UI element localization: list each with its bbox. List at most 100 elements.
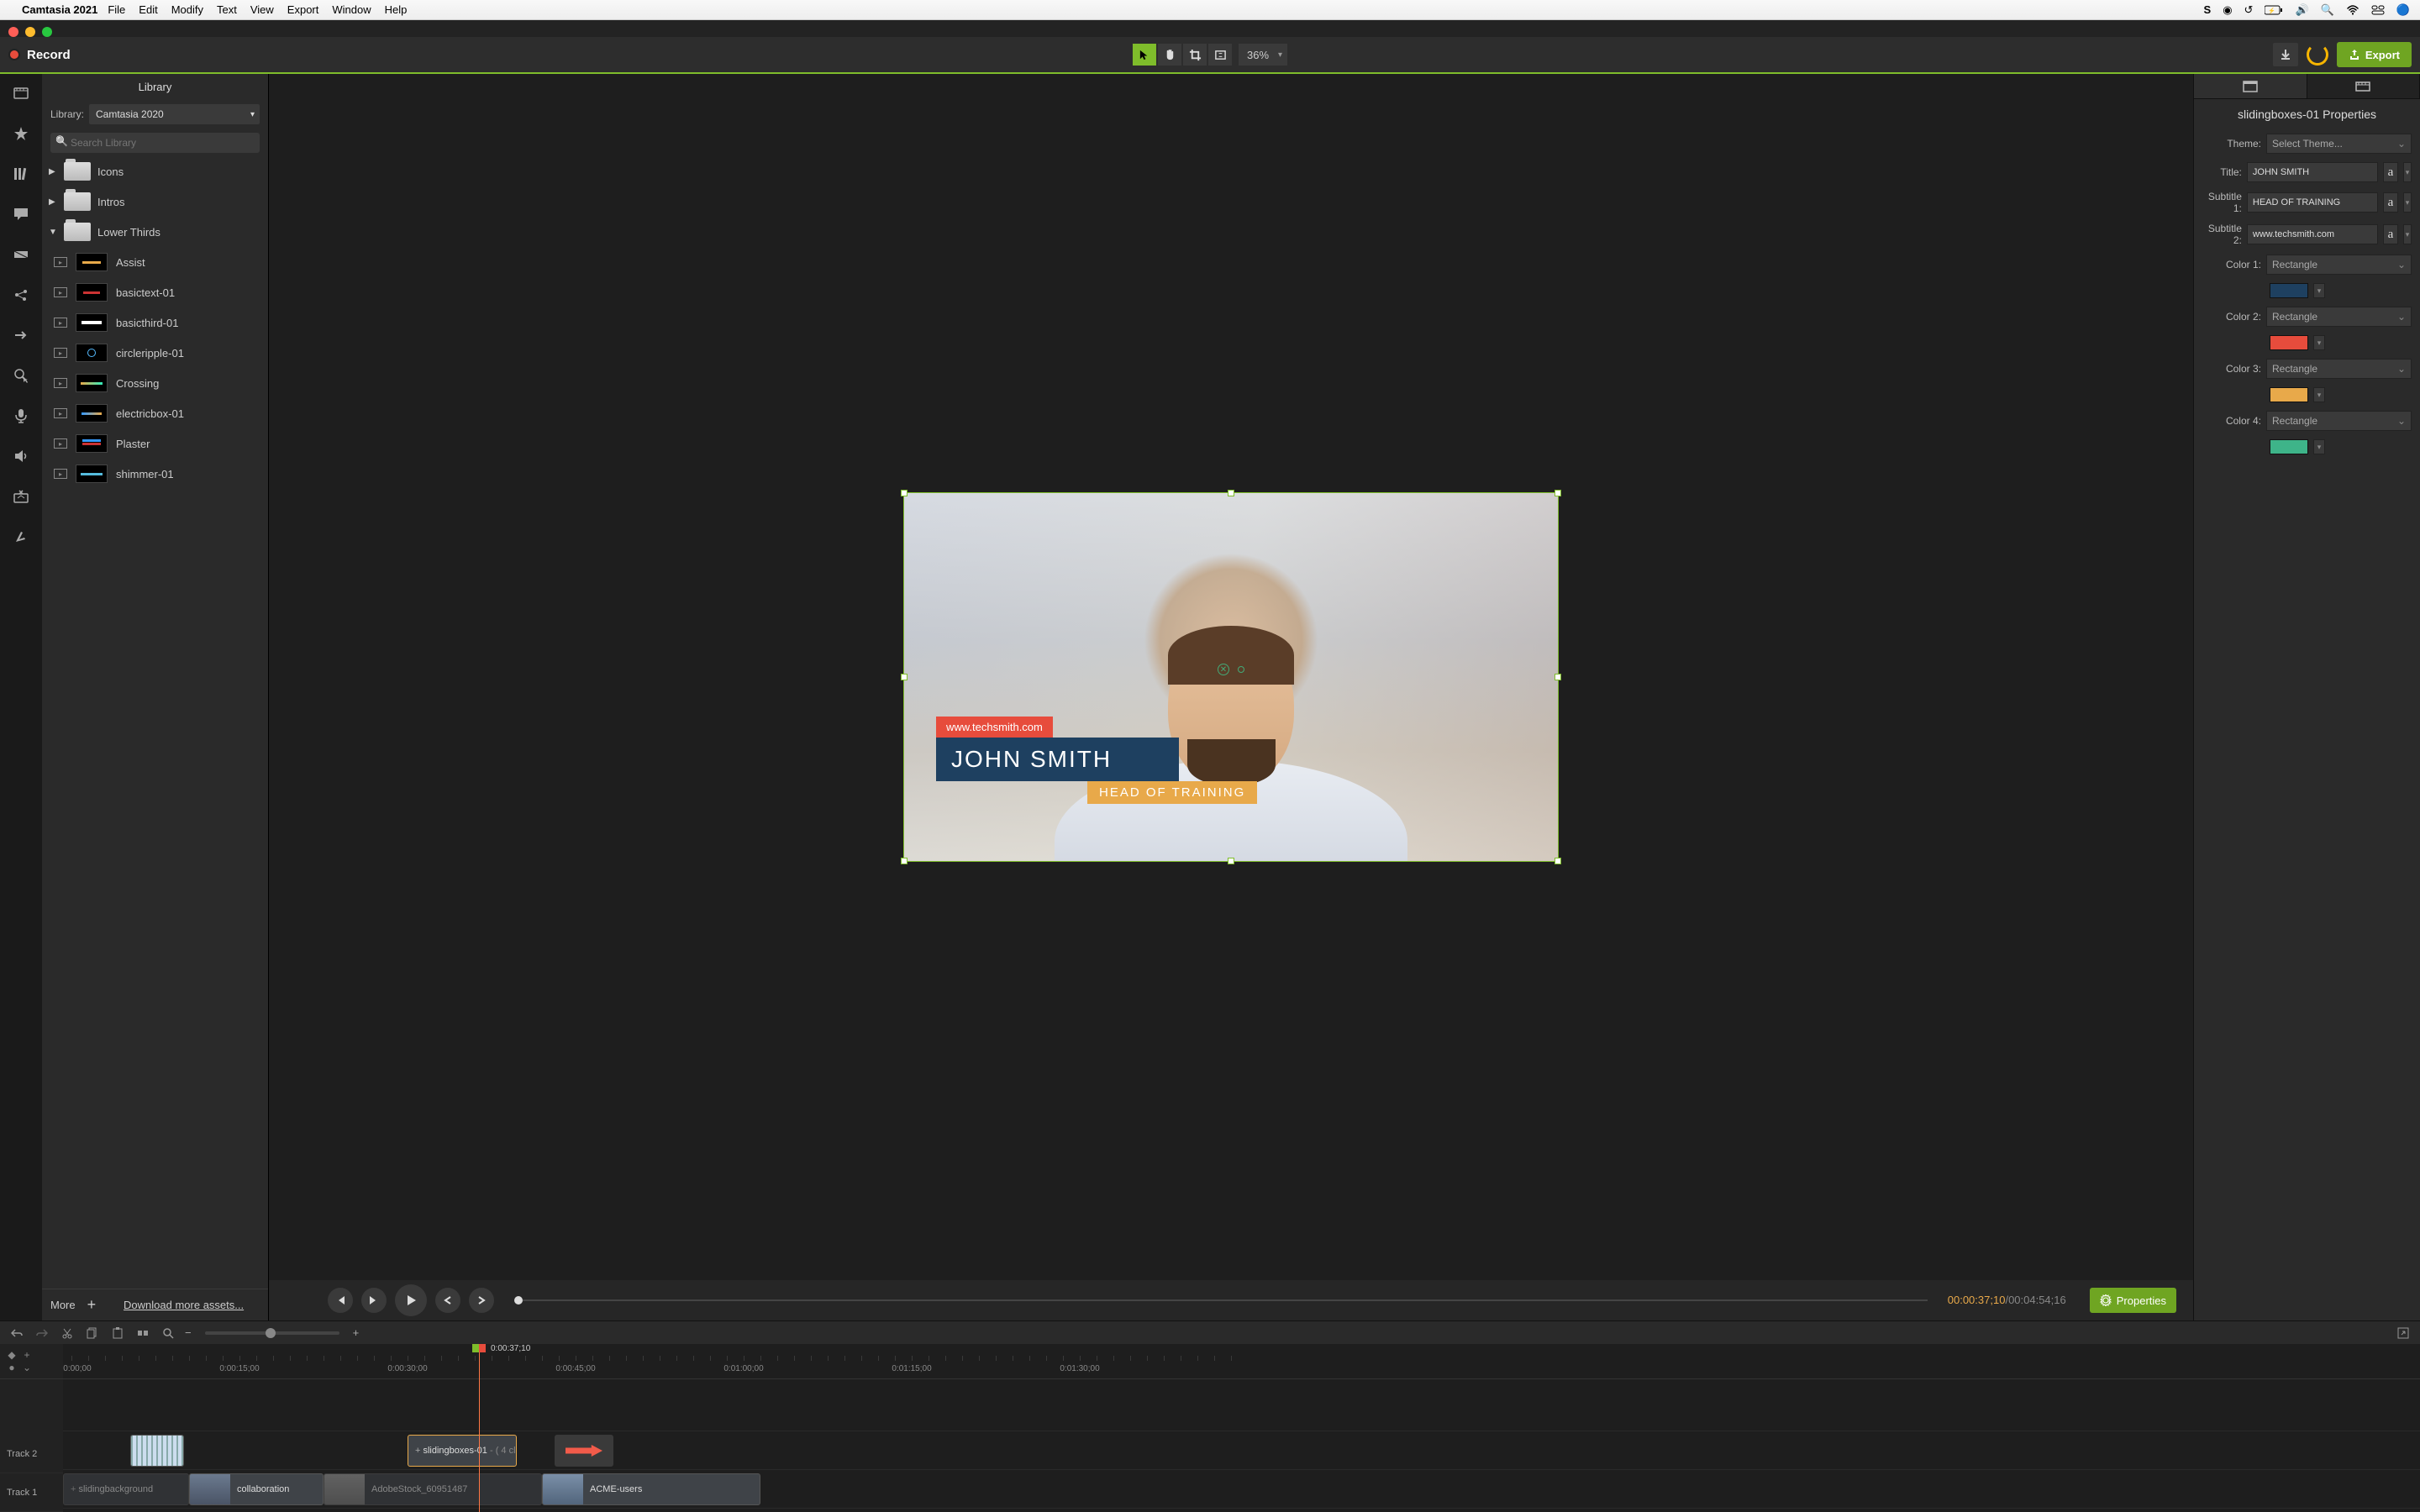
properties-button[interactable]: Properties	[2090, 1288, 2176, 1313]
split-button[interactable]	[134, 1325, 151, 1341]
folder-intros[interactable]: ▶Intros	[42, 186, 268, 217]
props-tab-visual[interactable]	[2194, 74, 2307, 98]
voice-icon[interactable]	[8, 403, 34, 428]
library-item[interactable]: ▸electricbox-01	[42, 398, 268, 428]
typo-dropdown[interactable]: ▾	[2403, 224, 2412, 244]
add-button[interactable]: +	[87, 1296, 97, 1314]
zoom-button[interactable]	[160, 1325, 176, 1341]
more-button[interactable]: More	[50, 1299, 76, 1311]
clip-slidingbackground[interactable]: slidingbackground	[63, 1473, 189, 1505]
record-button[interactable]: Record	[8, 48, 71, 62]
track-label[interactable]: Track 2	[0, 1435, 63, 1473]
resize-handle[interactable]	[1555, 858, 1561, 864]
menu-file[interactable]: File	[108, 3, 125, 16]
timeline-tracks[interactable]: 0:00:00;000:00:15;000:00:30;000:00:45;00…	[63, 1344, 2420, 1512]
interactivity-icon[interactable]	[8, 524, 34, 549]
color4-swatch[interactable]	[2270, 439, 2308, 454]
next-clip-button[interactable]	[469, 1288, 494, 1313]
track-1[interactable]: slidingbackground collaboration AdobeSto…	[63, 1470, 2420, 1509]
theme-select[interactable]: Select Theme...	[2266, 134, 2412, 154]
status-play-icon[interactable]: ◉	[2223, 3, 2232, 17]
clip-adobestock[interactable]: AdobeStock_60951487	[324, 1473, 542, 1505]
undo-button[interactable]	[8, 1325, 25, 1341]
library-item[interactable]: ▸Crossing	[42, 368, 268, 398]
typo-dropdown[interactable]: ▾	[2403, 162, 2412, 182]
behaviors-icon[interactable]	[8, 282, 34, 307]
playhead[interactable]: 0:00:37;10	[479, 1344, 480, 1512]
color3-shape[interactable]: Rectangle	[2266, 359, 2412, 379]
color2-swatch[interactable]	[2270, 335, 2308, 350]
download-button[interactable]	[2273, 43, 2298, 66]
download-assets-link[interactable]: Download more assets...	[124, 1299, 244, 1311]
library-item[interactable]: ▸shimmer-01	[42, 459, 268, 489]
select-tool[interactable]	[1133, 44, 1156, 66]
pan-tool[interactable]	[1158, 44, 1181, 66]
library-item[interactable]: ▸Plaster	[42, 428, 268, 459]
crop-tool[interactable]	[1183, 44, 1207, 66]
library-item[interactable]: ▸basictext-01	[42, 277, 268, 307]
cut-button[interactable]	[59, 1325, 76, 1341]
transitions-icon[interactable]	[8, 242, 34, 267]
zoom-out[interactable]: −	[185, 1326, 192, 1339]
color4-shape[interactable]: Rectangle	[2266, 411, 2412, 431]
status-s-icon[interactable]: S	[2204, 3, 2212, 16]
resize-handle[interactable]	[1555, 490, 1561, 496]
props-tab-video[interactable]	[2307, 74, 2420, 98]
add-track-icon[interactable]: +	[22, 1350, 32, 1360]
menu-edit[interactable]: Edit	[139, 3, 157, 16]
minimize-window[interactable]	[25, 27, 35, 37]
library-icon[interactable]	[8, 161, 34, 186]
export-button[interactable]: Export	[2337, 42, 2412, 67]
status-control-icon[interactable]	[2371, 5, 2385, 15]
color3-swatch[interactable]	[2270, 387, 2308, 402]
search-input[interactable]	[50, 133, 260, 153]
play-button[interactable]	[395, 1284, 427, 1316]
color-dropdown[interactable]: ▾	[2313, 387, 2325, 402]
library-tree[interactable]: ▶Icons ▶Intros ▼Lower Thirds ▸Assist ▸ba…	[42, 156, 268, 1289]
resize-handle[interactable]	[901, 858, 908, 864]
folder-lowerthirds[interactable]: ▼Lower Thirds	[42, 217, 268, 247]
color1-shape[interactable]: Rectangle	[2266, 255, 2412, 275]
scrubber[interactable]	[514, 1296, 1928, 1305]
marker-icon[interactable]: ◆	[7, 1350, 17, 1360]
status-battery-icon[interactable]: ⚡	[2265, 5, 2283, 15]
zoom-in[interactable]: +	[353, 1326, 360, 1339]
typography-button[interactable]: a	[2383, 192, 2398, 213]
app-name[interactable]: Camtasia 2021	[22, 3, 97, 16]
resize-handle[interactable]	[901, 674, 908, 680]
prev-frame-button[interactable]	[328, 1288, 353, 1313]
clip-thumbnail[interactable]	[130, 1435, 184, 1467]
library-item[interactable]: ▸Assist	[42, 247, 268, 277]
close-window[interactable]	[8, 27, 18, 37]
lower-third[interactable]: www.techsmith.com JOHN SMITH HEAD OF TRA…	[936, 717, 1257, 804]
typography-button[interactable]: a	[2383, 224, 2398, 244]
track-2[interactable]: slidingboxes-01 - ( 4 cl	[63, 1431, 2420, 1470]
collapse-icon[interactable]: ⌄	[22, 1362, 32, 1373]
resize-handle[interactable]	[1228, 490, 1234, 496]
menu-modify[interactable]: Modify	[171, 3, 203, 16]
menu-export[interactable]: Export	[287, 3, 319, 16]
timeline-ruler[interactable]: 0:00:00;000:00:15;000:00:30;000:00:45;00…	[63, 1344, 2420, 1379]
next-frame-button[interactable]	[361, 1288, 387, 1313]
redo-button[interactable]	[34, 1325, 50, 1341]
menu-window[interactable]: Window	[332, 3, 371, 16]
resize-handle[interactable]	[901, 490, 908, 496]
color1-swatch[interactable]	[2270, 283, 2308, 298]
color-dropdown[interactable]: ▾	[2313, 335, 2325, 350]
detach-timeline[interactable]	[2395, 1325, 2412, 1341]
subtitle1-input[interactable]	[2247, 192, 2378, 213]
canvas[interactable]: ✕ www.techsmith.com JOHN SMITH HEAD OF T…	[903, 492, 1559, 862]
color-dropdown[interactable]: ▾	[2313, 439, 2325, 454]
prev-clip-button[interactable]	[435, 1288, 460, 1313]
library-item[interactable]: ▸circleripple-01	[42, 338, 268, 368]
typography-button[interactable]: a	[2383, 162, 2398, 182]
magnet-tool[interactable]	[1208, 44, 1232, 66]
animations-icon[interactable]	[8, 323, 34, 348]
resize-handle[interactable]	[1555, 674, 1561, 680]
typo-dropdown[interactable]: ▾	[2403, 192, 2412, 213]
subtitle2-input[interactable]	[2247, 224, 2378, 244]
audio-fx-icon[interactable]	[8, 444, 34, 469]
clip-collaboration[interactable]: collaboration	[189, 1473, 324, 1505]
folder-icons[interactable]: ▶Icons	[42, 156, 268, 186]
title-input[interactable]	[2247, 162, 2378, 182]
